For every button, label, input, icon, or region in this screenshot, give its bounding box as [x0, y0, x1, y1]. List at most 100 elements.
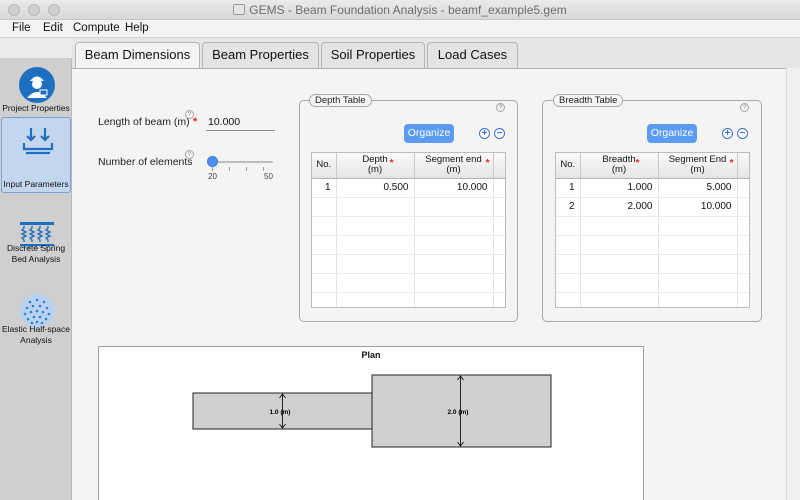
sidebar-item-input-parameters[interactable]: Input Parameters — [1, 117, 71, 193]
elements-slider-thumb[interactable] — [207, 156, 218, 167]
table-cell-depth[interactable] — [336, 254, 415, 274]
menu-compute[interactable]: Compute — [73, 22, 120, 34]
table-cell-no[interactable] — [312, 216, 337, 236]
column-header-filler — [737, 153, 749, 179]
table-row[interactable]: 2 2.000 10.000 — [556, 197, 749, 217]
tab-load-cases[interactable]: Load Cases — [427, 42, 518, 68]
table-cell-breadth[interactable] — [580, 273, 659, 293]
table-row[interactable] — [312, 254, 505, 274]
table-cell-depth[interactable] — [336, 292, 415, 307]
column-header-segment-end[interactable]: Segment End (m) * — [658, 153, 738, 179]
tab-soil-properties[interactable]: Soil Properties — [321, 42, 425, 68]
depth-remove-row-button[interactable]: − — [494, 128, 505, 139]
sidebar-item-elastic-half-space[interactable]: Elastic Half-space Analysis — [1, 286, 71, 362]
table-row[interactable] — [312, 292, 505, 307]
table-cell-end[interactable]: 10.000 — [414, 178, 494, 198]
table-row[interactable] — [312, 235, 505, 255]
table-cell-no[interactable] — [312, 273, 337, 293]
required-icon: * — [729, 158, 734, 169]
elements-help-icon[interactable]: ? — [185, 150, 194, 159]
table-row[interactable] — [556, 216, 749, 236]
table-cell-end[interactable] — [414, 254, 494, 274]
table-row[interactable] — [556, 273, 749, 293]
column-header-breadth[interactable]: Breadth (m) * — [580, 153, 659, 179]
table-cell-no[interactable] — [556, 235, 581, 255]
table-cell-end[interactable] — [658, 216, 738, 236]
table-row[interactable] — [556, 254, 749, 274]
tab-beam-properties[interactable]: Beam Properties — [202, 42, 319, 68]
table-cell-breadth[interactable] — [580, 235, 659, 255]
column-header-depth[interactable]: Depth (m) * — [336, 153, 415, 179]
breadth-remove-row-button[interactable]: − — [737, 128, 748, 139]
table-row[interactable] — [556, 292, 749, 307]
table-cell-no[interactable] — [312, 197, 337, 217]
table-cell-no[interactable]: 1 — [556, 178, 581, 198]
table-cell-end[interactable] — [658, 273, 738, 293]
dimension-label: 2.0 (m) — [448, 409, 469, 416]
table-cell-end[interactable] — [414, 235, 494, 255]
app-icon — [233, 4, 246, 15]
slider-tick — [263, 167, 264, 171]
table-cell-end[interactable] — [414, 216, 494, 236]
column-header-no[interactable]: No. — [556, 153, 581, 179]
depth-organize-button[interactable]: Organize — [404, 124, 454, 143]
sidebar-item-discrete-spring-bed[interactable]: Discrete Spring Bed Analysis — [1, 212, 71, 288]
table-cell-end[interactable] — [658, 254, 738, 274]
table-cell-no[interactable] — [312, 292, 337, 307]
input-parameters-icon — [22, 128, 54, 155]
menu-edit[interactable]: Edit — [43, 22, 63, 34]
breadth-help-icon[interactable]: ? — [740, 103, 749, 112]
table-cell-depth[interactable]: 0.500 — [336, 178, 415, 198]
table-cell-no[interactable] — [556, 216, 581, 236]
slider-min-label: 20 — [208, 172, 217, 181]
table-cell-end[interactable] — [658, 292, 738, 307]
table-row[interactable]: 1 0.500 10.000 — [312, 178, 505, 198]
depth-help-icon[interactable]: ? — [496, 103, 505, 112]
table-cell-no[interactable] — [556, 254, 581, 274]
table-cell-end[interactable] — [414, 292, 494, 307]
table-cell-depth[interactable] — [336, 235, 415, 255]
table-cell-filler — [737, 178, 749, 198]
table-cell-breadth[interactable] — [580, 216, 659, 236]
table-cell-no[interactable] — [312, 254, 337, 274]
table-cell-no[interactable] — [556, 273, 581, 293]
column-header-no[interactable]: No. — [312, 153, 337, 179]
slider-tick — [212, 167, 213, 171]
table-row[interactable] — [556, 235, 749, 255]
table-cell-end[interactable] — [414, 197, 494, 217]
table-cell-depth[interactable] — [336, 216, 415, 236]
slider-tick — [246, 167, 247, 171]
table-cell-no[interactable]: 1 — [312, 178, 337, 198]
table-cell-breadth[interactable]: 2.000 — [580, 197, 659, 217]
table-cell-breadth[interactable]: 1.000 — [580, 178, 659, 198]
breadth-add-row-button[interactable]: + — [722, 128, 733, 139]
table-cell-breadth[interactable] — [580, 292, 659, 307]
table-row[interactable] — [312, 273, 505, 293]
sidebar-item-label: Project Properties — [2, 103, 70, 113]
table-row[interactable]: 1 1.000 5.000 — [556, 178, 749, 198]
vertical-scrollbar[interactable] — [786, 68, 800, 500]
breadth-organize-button[interactable]: Organize — [647, 124, 697, 143]
table-cell-no[interactable] — [312, 235, 337, 255]
breadth-table[interactable]: No. Breadth (m) * Segment End (m) * 1 1.000… — [555, 152, 750, 308]
table-cell-depth[interactable] — [336, 273, 415, 293]
table-cell-end[interactable]: 5.000 — [658, 178, 738, 198]
table-cell-no[interactable]: 2 — [556, 197, 581, 217]
length-input[interactable] — [206, 114, 275, 131]
table-cell-breadth[interactable] — [580, 254, 659, 274]
table-cell-filler — [737, 235, 749, 255]
table-row[interactable] — [312, 197, 505, 217]
depth-add-row-button[interactable]: + — [479, 128, 490, 139]
table-cell-no[interactable] — [556, 292, 581, 307]
table-row[interactable] — [312, 216, 505, 236]
table-cell-filler — [493, 235, 505, 255]
menu-file[interactable]: File — [12, 22, 31, 34]
column-header-segment-end[interactable]: Segment end (m) * — [414, 153, 494, 179]
menu-help[interactable]: Help — [125, 22, 149, 34]
tab-beam-dimensions[interactable]: Beam Dimensions — [75, 42, 200, 69]
depth-table[interactable]: No. Depth (m) * Segment end (m) * 1 0.500 10… — [311, 152, 506, 308]
table-cell-end[interactable]: 10.000 — [658, 197, 738, 217]
table-cell-depth[interactable] — [336, 197, 415, 217]
table-cell-end[interactable] — [658, 235, 738, 255]
table-cell-end[interactable] — [414, 273, 494, 293]
